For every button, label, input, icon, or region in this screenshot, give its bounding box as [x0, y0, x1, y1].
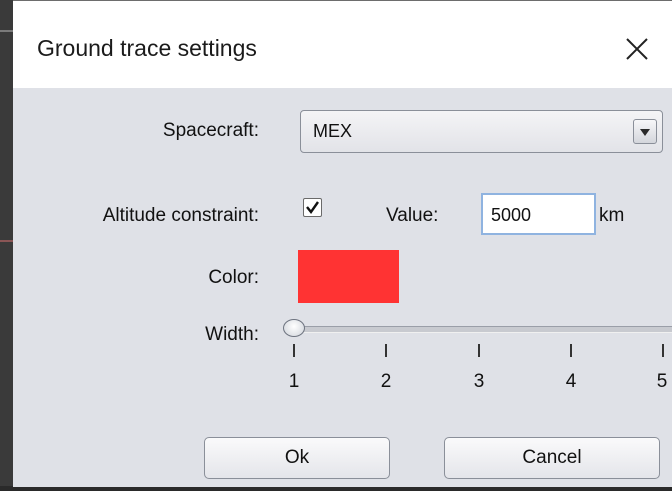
- background-window: [0, 0, 13, 491]
- slider-tick-label: 2: [380, 371, 392, 392]
- spacecraft-select[interactable]: MEX: [300, 110, 663, 153]
- slider-tick-label: 4: [565, 371, 577, 392]
- width-slider-track[interactable]: [295, 326, 672, 333]
- color-swatch[interactable]: [298, 250, 399, 303]
- background-line: [0, 240, 13, 242]
- spacecraft-selected-value: MEX: [313, 121, 353, 141]
- close-icon: [626, 38, 648, 60]
- spacecraft-label: Spacecraft:: [162, 120, 259, 141]
- cancel-button[interactable]: Cancel: [444, 437, 660, 479]
- close-button[interactable]: [615, 27, 659, 71]
- slider-tick-label: 5: [656, 371, 668, 392]
- value-label: Value:: [386, 205, 439, 226]
- check-icon: [306, 201, 319, 215]
- altitude-constraint-label: Altitude constraint:: [102, 205, 259, 226]
- slider-tick-label: 1: [288, 371, 300, 392]
- slider-tick: [293, 344, 295, 357]
- ground-trace-settings-dialog: Ground trace settings Spacecraft: MEX Al…: [13, 0, 672, 487]
- width-label: Width:: [205, 324, 259, 345]
- altitude-value-input[interactable]: [491, 204, 586, 226]
- slider-tick: [570, 344, 572, 357]
- title-bar: Ground trace settings: [13, 1, 672, 88]
- slider-tick: [385, 344, 387, 357]
- background-line: [0, 30, 13, 32]
- unit-label: km: [599, 205, 625, 226]
- altitude-constraint-checkbox[interactable]: [303, 198, 322, 217]
- color-label: Color:: [208, 267, 259, 288]
- ok-button[interactable]: Ok: [204, 437, 390, 479]
- dialog-title: Ground trace settings: [37, 35, 257, 61]
- width-slider-thumb[interactable]: [283, 319, 305, 337]
- slider-tick: [662, 344, 664, 357]
- dropdown-button[interactable]: [633, 119, 657, 144]
- altitude-value-field[interactable]: [481, 193, 596, 235]
- slider-tick-label: 3: [473, 371, 485, 392]
- slider-tick: [478, 344, 480, 357]
